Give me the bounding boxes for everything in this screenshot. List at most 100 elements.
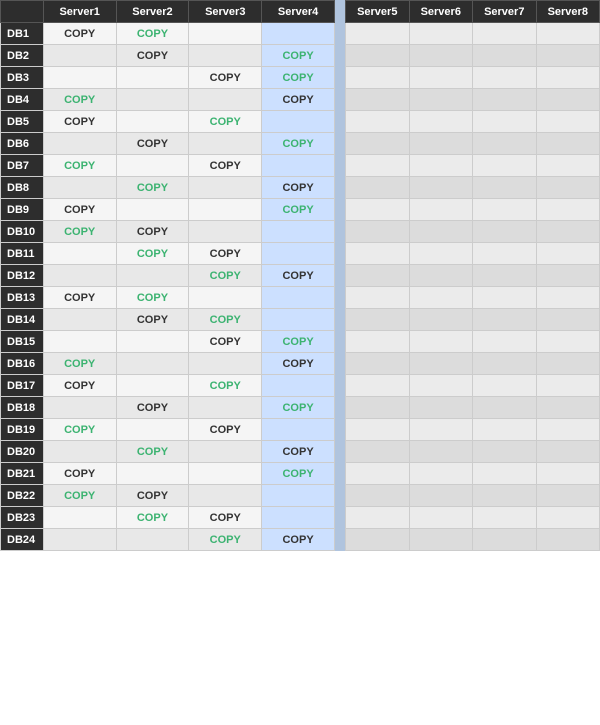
db-label-DB18: DB18 — [1, 397, 44, 419]
cell-DB14-s2: COPY — [116, 309, 189, 331]
panel-divider — [335, 0, 345, 551]
right-cell-DB20-s6 — [409, 441, 473, 463]
db-label-DB23: DB23 — [1, 507, 44, 529]
cell-DB6-s3 — [189, 133, 262, 155]
table-row: DB22COPYCOPY — [1, 485, 335, 507]
cell-DB22-s2: COPY — [116, 485, 189, 507]
cell-DB14-s3: COPY — [189, 309, 262, 331]
right-table-row — [346, 309, 600, 331]
right-table-row — [346, 397, 600, 419]
cell-DB10-s3 — [189, 221, 262, 243]
cell-DB13-s4 — [262, 287, 335, 309]
right-cell-DB19-s6 — [409, 419, 473, 441]
cell-DB24-s3: COPY — [189, 529, 262, 551]
cell-DB1-s1: COPY — [43, 23, 116, 45]
cell-DB24-s4: COPY — [262, 529, 335, 551]
right-cell-DB23-s6 — [409, 507, 473, 529]
right-cell-DB24-s6 — [409, 529, 473, 551]
right-cell-DB23-s7 — [473, 507, 537, 529]
cell-DB15-s3: COPY — [189, 331, 262, 353]
right-cell-DB23-s8 — [536, 507, 600, 529]
db-label-DB9: DB9 — [1, 199, 44, 221]
cell-DB4-s1: COPY — [43, 89, 116, 111]
db-label-DB12: DB12 — [1, 265, 44, 287]
right-table-row — [346, 177, 600, 199]
right-cell-DB15-s8 — [536, 331, 600, 353]
table-row: DB20COPYCOPY — [1, 441, 335, 463]
table-row: DB7COPYCOPY — [1, 155, 335, 177]
right-cell-DB10-s7 — [473, 221, 537, 243]
db-label-DB16: DB16 — [1, 353, 44, 375]
cell-DB17-s4 — [262, 375, 335, 397]
cell-DB21-s1: COPY — [43, 463, 116, 485]
right-cell-DB19-s8 — [536, 419, 600, 441]
right-panel: Server5Server6Server7Server8 — [345, 0, 600, 551]
right-cell-DB19-s5 — [346, 419, 410, 441]
db-label-DB24: DB24 — [1, 529, 44, 551]
right-cell-DB16-s5 — [346, 353, 410, 375]
cell-DB15-s2 — [116, 331, 189, 353]
cell-DB2-s2: COPY — [116, 45, 189, 67]
db-label-DB7: DB7 — [1, 155, 44, 177]
right-header-3: Server8 — [536, 1, 600, 23]
right-cell-DB3-s7 — [473, 67, 537, 89]
right-cell-DB4-s8 — [536, 89, 600, 111]
table-row: DB10COPYCOPY — [1, 221, 335, 243]
cell-DB10-s4 — [262, 221, 335, 243]
cell-DB17-s3: COPY — [189, 375, 262, 397]
cell-DB2-s3 — [189, 45, 262, 67]
right-table-row — [346, 507, 600, 529]
cell-DB22-s4 — [262, 485, 335, 507]
cell-DB20-s2: COPY — [116, 441, 189, 463]
right-cell-DB3-s8 — [536, 67, 600, 89]
right-cell-DB4-s5 — [346, 89, 410, 111]
right-cell-DB20-s5 — [346, 441, 410, 463]
right-cell-DB20-s8 — [536, 441, 600, 463]
right-table-row — [346, 375, 600, 397]
cell-DB23-s2: COPY — [116, 507, 189, 529]
cell-DB6-s2: COPY — [116, 133, 189, 155]
cell-DB13-s3 — [189, 287, 262, 309]
right-table-row — [346, 463, 600, 485]
right-cell-DB8-s6 — [409, 177, 473, 199]
cell-DB18-s3 — [189, 397, 262, 419]
cell-DB8-s4: COPY — [262, 177, 335, 199]
cell-DB8-s1 — [43, 177, 116, 199]
cell-DB16-s2 — [116, 353, 189, 375]
right-table-row — [346, 89, 600, 111]
right-cell-DB21-s7 — [473, 463, 537, 485]
db-label-DB20: DB20 — [1, 441, 44, 463]
right-cell-DB2-s8 — [536, 45, 600, 67]
right-cell-DB14-s6 — [409, 309, 473, 331]
db-label-DB6: DB6 — [1, 133, 44, 155]
db-label-DB15: DB15 — [1, 331, 44, 353]
right-cell-DB7-s6 — [409, 155, 473, 177]
right-cell-DB22-s7 — [473, 485, 537, 507]
right-cell-DB2-s5 — [346, 45, 410, 67]
cell-DB3-s4: COPY — [262, 67, 335, 89]
right-table: Server5Server6Server7Server8 — [345, 0, 600, 551]
cell-DB1-s2: COPY — [116, 23, 189, 45]
right-cell-DB18-s5 — [346, 397, 410, 419]
cell-DB3-s2 — [116, 67, 189, 89]
right-cell-DB8-s7 — [473, 177, 537, 199]
right-cell-DB6-s8 — [536, 133, 600, 155]
right-cell-DB15-s6 — [409, 331, 473, 353]
cell-DB14-s1 — [43, 309, 116, 331]
cell-DB20-s1 — [43, 441, 116, 463]
db-label-DB1: DB1 — [1, 23, 44, 45]
left-header-1: Server1 — [43, 1, 116, 23]
right-cell-DB12-s6 — [409, 265, 473, 287]
db-label-DB4: DB4 — [1, 89, 44, 111]
cell-DB5-s2 — [116, 111, 189, 133]
table-row: DB12COPYCOPY — [1, 265, 335, 287]
table-row: DB17COPYCOPY — [1, 375, 335, 397]
right-table-row — [346, 485, 600, 507]
right-table-row — [346, 265, 600, 287]
right-cell-DB10-s5 — [346, 221, 410, 243]
table-row: DB23COPYCOPY — [1, 507, 335, 529]
cell-DB3-s3: COPY — [189, 67, 262, 89]
right-cell-DB5-s6 — [409, 111, 473, 133]
right-cell-DB8-s8 — [536, 177, 600, 199]
right-table-row — [346, 331, 600, 353]
